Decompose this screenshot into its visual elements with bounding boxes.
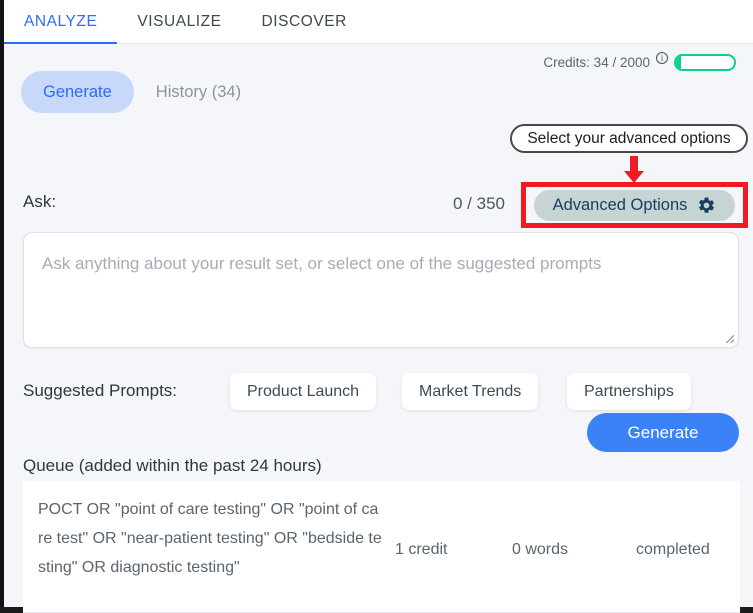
tab-discover-label: DISCOVER (262, 13, 347, 31)
subtab-history[interactable]: History (34) (134, 71, 263, 113)
queue-row-words: 0 words (512, 541, 568, 559)
tab-visualize-label: VISUALIZE (137, 13, 221, 31)
tab-analyze[interactable]: ANALYZE (4, 0, 117, 44)
mode-tabs: Generate History (34) (21, 71, 263, 113)
ask-input[interactable]: Ask anything about your result set, or s… (23, 232, 739, 348)
advanced-options-label: Advanced Options (553, 196, 688, 215)
credits-progress-fill (676, 56, 681, 69)
callout-arrow-icon (623, 156, 645, 184)
suggested-chip-product-launch[interactable]: Product Launch (230, 373, 376, 410)
queue-title: Queue (added within the past 24 hours) (23, 456, 322, 476)
gear-icon (697, 196, 716, 215)
tab-discover[interactable]: DISCOVER (242, 0, 367, 44)
subtab-history-label: History (34) (156, 83, 241, 102)
queue-row-credits: 1 credit (395, 541, 447, 559)
queue-row-status: completed (636, 541, 710, 559)
callout-text: Select your advanced options (527, 130, 730, 148)
character-counter: 0 / 350 (453, 194, 505, 214)
suggested-chip-partnerships[interactable]: Partnerships (567, 373, 691, 410)
credits-label: Credits: 34 / 2000 (543, 55, 650, 70)
analyze-panel: Credits: 34 / 2000 i Generate History (3… (4, 44, 753, 607)
queue-list: POCT OR "point of care testing" OR "poin… (23, 481, 740, 613)
credits-indicator: Credits: 34 / 2000 i (543, 54, 736, 71)
suggested-prompts-label: Suggested Prompts: (23, 381, 177, 401)
subtab-generate[interactable]: Generate (21, 71, 134, 113)
subtab-generate-label: Generate (43, 83, 112, 102)
credits-progress-bar (674, 54, 736, 71)
top-nav-tabs: ANALYZE VISUALIZE DISCOVER (4, 0, 367, 44)
ask-label: Ask: (23, 192, 56, 212)
top-navigation-bar: ANALYZE VISUALIZE DISCOVER (4, 0, 753, 44)
info-icon[interactable]: i (656, 52, 668, 64)
generate-button[interactable]: Generate (587, 413, 739, 452)
analyze-page: ANALYZE VISUALIZE DISCOVER Credits: 34 /… (0, 0, 753, 607)
callout-bubble: Select your advanced options (510, 124, 748, 153)
ask-input-placeholder: Ask anything about your result set, or s… (42, 249, 720, 278)
suggested-chip-market-trends[interactable]: Market Trends (402, 373, 538, 410)
advanced-options-button[interactable]: Advanced Options (534, 190, 735, 221)
tab-analyze-label: ANALYZE (24, 13, 97, 31)
tab-visualize[interactable]: VISUALIZE (117, 0, 241, 44)
resize-handle-icon[interactable] (722, 331, 735, 344)
queue-row-query: POCT OR "point of care testing" OR "poin… (38, 495, 383, 582)
table-row[interactable]: POCT OR "point of care testing" OR "poin… (23, 481, 740, 613)
